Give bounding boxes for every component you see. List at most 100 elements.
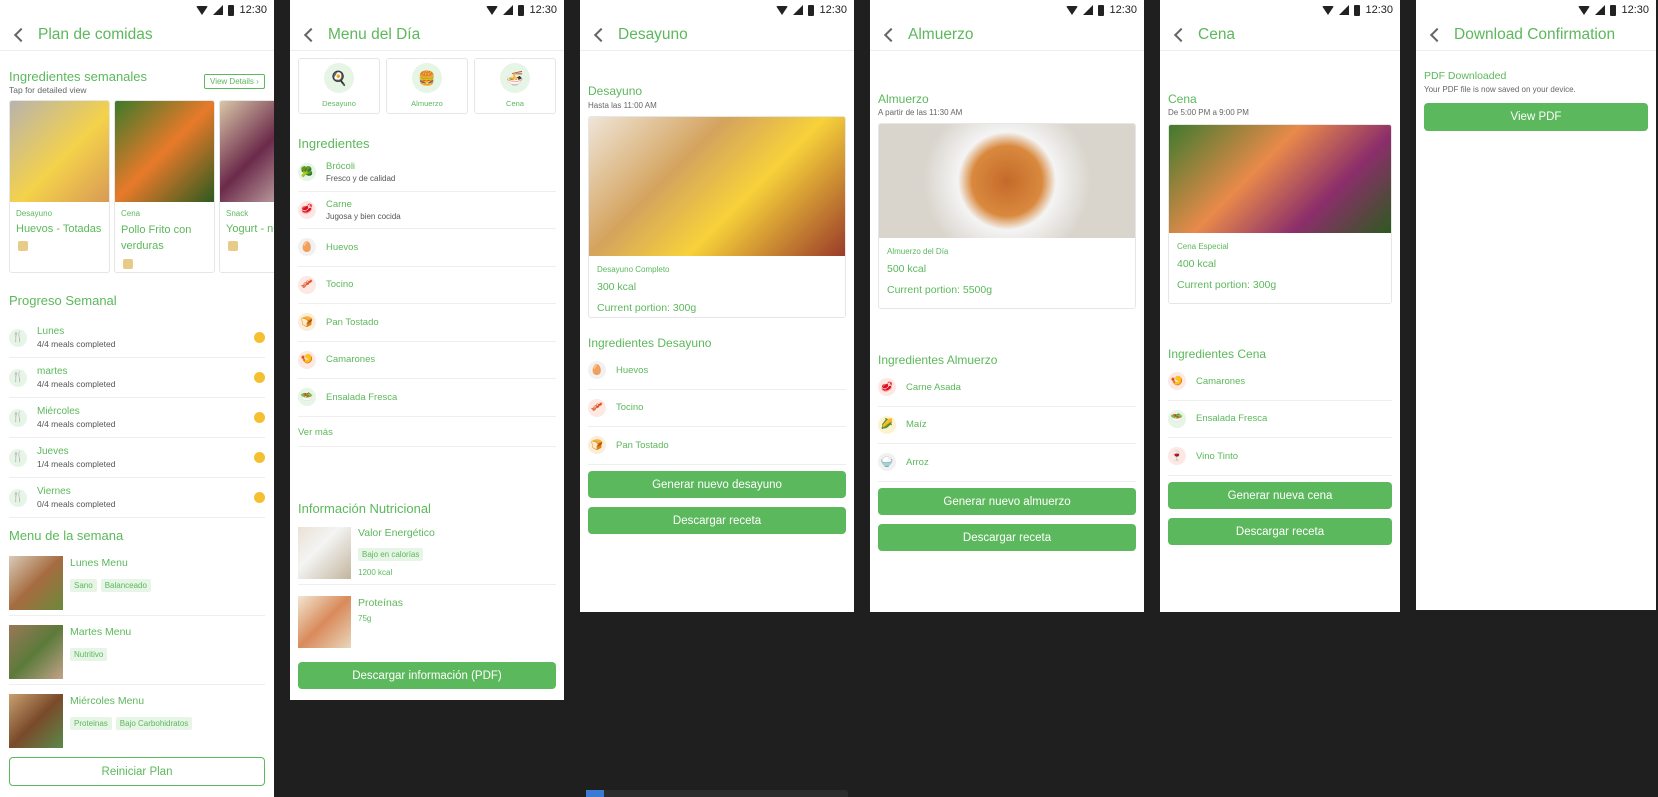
menu-item[interactable]: Martes Menu Nutritivo <box>70 626 131 662</box>
menu-item[interactable]: Miércoles Menu Proteinas Bajo Carbohidrato… <box>70 695 196 731</box>
back-arrow-icon[interactable] <box>303 27 319 43</box>
meal-name: Huevos - Totadas <box>16 223 102 235</box>
ingredient-row[interactable]: 🌽 Maíz <box>878 407 1136 444</box>
progress-row[interactable]: 🍴 Jueves 1/4 meals completed <box>9 438 265 478</box>
battery-icon <box>1098 4 1105 16</box>
generate-new-button[interactable]: Generar nuevo desayuno <box>588 471 846 498</box>
battery-icon <box>1610 4 1617 16</box>
ingredient-row[interactable]: 🥗 Ensalada Fresca <box>298 379 556 417</box>
ingredient-row[interactable]: 🍚 Arroz <box>878 444 1136 482</box>
view-details-button[interactable]: View Details › <box>204 74 265 89</box>
progress-row[interactable]: 🍴 martes 4/4 meals completed <box>9 358 265 398</box>
ingredient-name: Camarones <box>326 354 376 366</box>
screen-plan-de-comidas: 12:30 Plan de comidas Ingredientes seman… <box>0 0 274 797</box>
ingredient-row[interactable]: 🥚 Huevos <box>298 229 556 267</box>
meal-image <box>589 117 845 256</box>
ingredient-row[interactable]: 🥚 Huevos <box>588 352 846 390</box>
meal-name: Pollo Frito con verduras <box>121 224 192 252</box>
tag-icon <box>123 258 133 269</box>
ingredient-row[interactable]: 🍞 Pan Tostado <box>298 304 556 342</box>
ingredient-text: Camarones <box>326 354 375 365</box>
meal-card[interactable]: Desayuno Huevos - Totadas <box>9 100 110 273</box>
meat-icon: 🥩 <box>298 200 316 219</box>
page-title: Desayuno <box>618 26 688 43</box>
ingredient-row[interactable]: 🍞 Pan Tostado <box>588 427 846 465</box>
ingredient-text: Ensalada Fresca <box>1196 413 1267 424</box>
signal-icon <box>793 5 804 15</box>
view-pdf-button[interactable]: View PDF <box>1424 103 1648 131</box>
download-recipe-button[interactable]: Descargar receta <box>1168 518 1392 545</box>
ingredient-row[interactable]: 🥗 Ensalada Fresca <box>1168 401 1392 438</box>
back-arrow-icon[interactable] <box>593 27 609 43</box>
meal-name: Yogurt - nu <box>226 223 274 235</box>
generate-new-button[interactable]: Generar nuevo almuerzo <box>878 488 1136 515</box>
ingredient-text: Carne Asada <box>906 382 961 393</box>
meal-card[interactable]: Snack Yogurt - nu <box>219 100 274 273</box>
egg-icon: 🥚 <box>588 361 606 380</box>
meal-kcal: 300 kcal <box>597 281 637 293</box>
progress-day: Jueves <box>37 446 69 457</box>
bread-icon: 🍞 <box>588 436 606 455</box>
reset-plan-button[interactable]: Reiniciar Plan <box>9 757 265 786</box>
header: Cena <box>1160 20 1400 51</box>
status-time: 12:30 <box>1621 4 1649 16</box>
meal-image <box>115 101 214 202</box>
screen-desayuno: 12:30 Desayuno Desayuno Hasta las 11:00 … <box>580 0 854 612</box>
ingredient-row[interactable]: 🥓 Tocino <box>588 390 846 427</box>
egg-icon: 🥚 <box>298 238 316 257</box>
see-more-link[interactable]: Ver más <box>298 427 333 438</box>
ingredient-row[interactable]: 🍤 Camarones <box>1168 363 1392 401</box>
back-arrow-icon[interactable] <box>883 27 899 43</box>
ingredient-subtitle: Fresco y de calidad <box>326 174 396 184</box>
nutrition-title: Información Nutricional <box>298 501 431 516</box>
back-arrow-icon[interactable] <box>1429 27 1445 43</box>
ingredient-text: Tocino <box>326 279 353 290</box>
menu-name: Miércoles Menu <box>70 695 145 707</box>
download-recipe-button[interactable]: Descargar receta <box>588 507 846 534</box>
download-pdf-button[interactable]: Descargar información (PDF) <box>298 662 556 689</box>
fork-knife-icon: 🍴 <box>9 488 27 507</box>
ingredient-text: Pan Tostado <box>616 440 669 451</box>
page-title: Download Confirmation <box>1454 26 1616 43</box>
screen-menu-del-dia: 12:30 Menu del Día 🍳 Desayuno 🍔 Almuerzo… <box>290 0 564 700</box>
menu-name: Lunes Menu <box>70 557 128 569</box>
meal-card[interactable]: Cena Pollo Frito con verduras <box>114 100 215 273</box>
salad-icon: 🥗 <box>1168 409 1186 428</box>
battery-icon <box>1354 4 1361 16</box>
download-message: Your PDF file is now saved on your devic… <box>1424 85 1576 94</box>
menu-tag: Sano <box>70 579 97 592</box>
tab-almuerzo[interactable]: 🍔 Almuerzo <box>386 58 468 114</box>
ingredient-row[interactable]: 🥦 Brócoli Fresco y de calidad <box>298 154 556 192</box>
meal-card: Cena Especial 400 kcal Current portion: … <box>1168 124 1392 304</box>
ingredient-row[interactable]: 🥩 Carne Jugosa y bien cocida <box>298 192 556 229</box>
weekly-subtitle: Tap for detailed view <box>9 85 87 95</box>
download-recipe-button[interactable]: Descargar receta <box>878 524 1136 551</box>
progress-meals: 4/4 meals completed <box>37 419 116 429</box>
ingredient-row[interactable]: 🍷 Vino Tinto <box>1168 438 1392 476</box>
tab-cena[interactable]: 🍜 Cena <box>474 58 556 114</box>
smiley-icon <box>254 412 265 423</box>
status-time: 12:30 <box>529 4 557 16</box>
meal-heading: Cena <box>1168 92 1197 106</box>
bacon-icon: 🥓 <box>298 275 316 294</box>
back-arrow-icon[interactable] <box>13 27 29 43</box>
tab-desayuno[interactable]: 🍳 Desayuno <box>298 58 380 114</box>
menu-name: Martes Menu <box>70 626 132 638</box>
generate-new-button[interactable]: Generar nueva cena <box>1168 482 1392 509</box>
back-arrow-icon[interactable] <box>1173 27 1189 43</box>
meal-category: Snack <box>226 209 249 218</box>
progress-row[interactable]: 🍴 Miércoles 4/4 meals completed <box>9 398 265 438</box>
tab-label: Cena <box>506 99 524 108</box>
ingredient-row[interactable]: 🥓 Tocino <box>298 267 556 304</box>
ingredients-title: Ingredientes Almuerzo <box>878 353 998 367</box>
status-bar: 12:30 <box>0 0 274 20</box>
progress-row[interactable]: 🍴 Viernes 0/4 meals completed <box>9 478 265 518</box>
ingredient-text: Vino Tinto <box>1196 451 1238 462</box>
ingredient-name: Arroz <box>906 456 929 468</box>
ingredient-row[interactable]: 🥩 Carne Asada <box>878 369 1136 407</box>
status-time: 12:30 <box>239 4 267 16</box>
menu-item[interactable]: Lunes Menu Sano Balanceado <box>70 557 155 593</box>
meal-category: Cena Especial <box>1177 242 1229 251</box>
ingredient-row[interactable]: 🍤 Camarones <box>298 342 556 379</box>
progress-row[interactable]: 🍴 Lunes 4/4 meals completed <box>9 318 265 358</box>
